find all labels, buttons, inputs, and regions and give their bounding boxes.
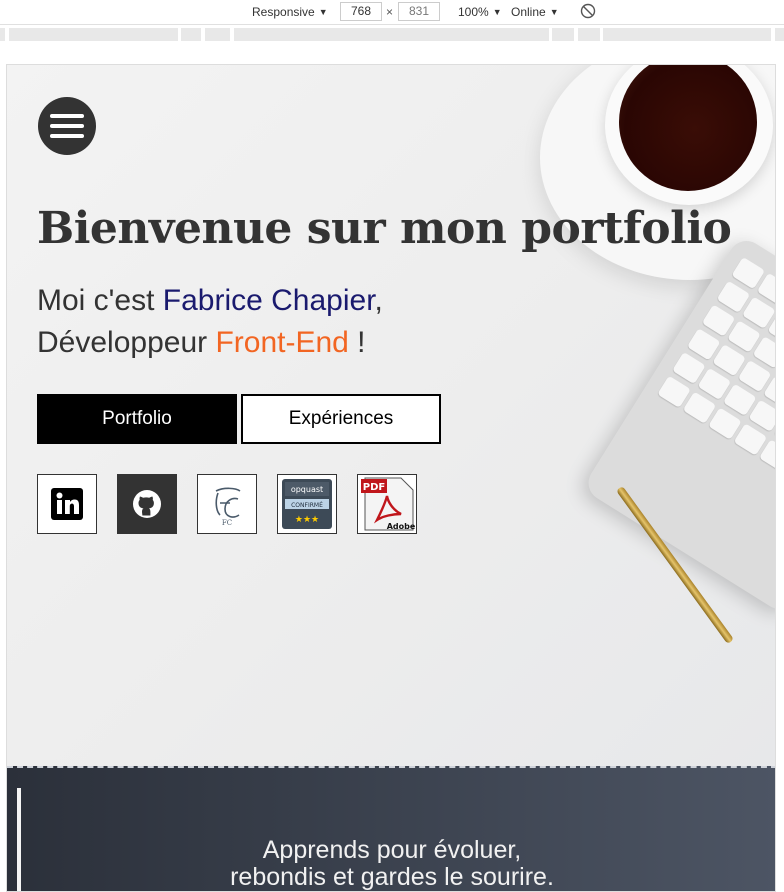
device-select[interactable]: Responsive ▼ [252,5,328,19]
portfolio-button[interactable]: Portfolio [37,394,237,444]
role-line: Développeur Front-End ! [37,326,366,359]
media-query-ruler [0,26,784,42]
devtools-toolbar: Responsive ▼ 768 × 831 100% ▼ Online ▼ [0,0,784,25]
quote-line-2: rebondis et gardes le sourire. [230,863,554,891]
experiences-button[interactable]: Expériences [241,394,441,444]
hamburger-icon [50,114,84,118]
author-role: Front-End [215,326,349,359]
svg-text:★★★: ★★★ [295,515,319,525]
linkedin-icon [51,488,83,520]
quote-section: Apprends pour évoluer, rebondis et garde… [7,766,775,891]
github-icon [133,490,161,518]
opquast-badge-icon: opquast CONFIRMÉ ★★★ [282,479,332,529]
width-input[interactable]: 768 [340,2,382,21]
rotate-icon[interactable] [580,3,596,19]
chevron-down-icon: ▼ [492,7,502,17]
opquast-link[interactable]: opquast CONFIRMÉ ★★★ [277,474,337,534]
keyboard-decoration [581,234,775,616]
zoom-select[interactable]: 100% ▼ [458,5,502,19]
zoom-label: 100% [458,5,489,19]
hero-section: Bienvenue sur mon portfolio Moi c'est Fa… [7,65,775,766]
resume-pdf-link[interactable]: PDF Adobe [357,474,417,534]
svg-text:Adobe: Adobe [387,522,415,531]
times-sign: × [386,5,394,19]
author-name: Fabrice Chapier [162,284,375,317]
svg-text:CONFIRMÉ: CONFIRMÉ [291,501,323,509]
chevron-down-icon: ▼ [318,7,328,17]
device-label: Responsive [252,5,315,19]
menu-button[interactable] [38,97,96,155]
svg-text:opquast: opquast [291,485,323,494]
hero-subtitle: Moi c'est Fabrice Chapier, Développeur F… [37,280,383,364]
svg-text:FC: FC [222,519,232,527]
svg-text:PDF: PDF [363,482,385,493]
github-link[interactable] [117,474,177,534]
pdf-icon: PDF Adobe [361,477,415,531]
chevron-down-icon: ▼ [549,7,559,17]
page-title: Bienvenue sur mon portfolio [37,203,732,254]
quote-line-1: Apprends pour évoluer, [262,836,522,864]
device-viewport: Bienvenue sur mon portfolio Moi c'est Fa… [6,64,776,892]
linkedin-link[interactable] [37,474,97,534]
height-input[interactable]: 831 [398,2,440,21]
network-select[interactable]: Online ▼ [511,5,559,19]
intro-line: Moi c'est Fabrice Chapier, [37,284,383,317]
social-links: FC opquast CONFIRMÉ ★★★ PDF Adobe [37,474,417,534]
signature-icon: FC [215,487,241,527]
network-label: Online [511,5,546,19]
signature-link[interactable]: FC [197,474,257,534]
